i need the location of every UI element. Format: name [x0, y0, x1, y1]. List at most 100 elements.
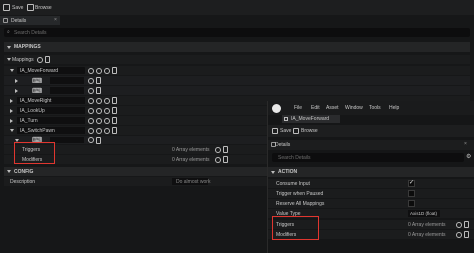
browse-asset-icon[interactable]: [88, 127, 94, 134]
search-asset-icon[interactable]: [96, 117, 102, 124]
key-row-1[interactable]: ⌨: [4, 86, 470, 95]
delete-icon[interactable]: [96, 87, 101, 94]
delete-icon[interactable]: [45, 56, 50, 63]
settings-gear-icon[interactable]: ⚙: [466, 153, 471, 160]
keyboard-icon[interactable]: ⌨: [32, 87, 42, 95]
mapping-action-dropdown[interactable]: IA_MoveRight: [17, 97, 85, 104]
delete-icon[interactable]: [464, 231, 469, 238]
mappings-row[interactable]: Mappings: [4, 55, 470, 64]
triggers-value: 0 Array elements: [172, 147, 210, 153]
menu-file[interactable]: File: [294, 105, 302, 111]
delete-icon[interactable]: [112, 117, 117, 124]
add-icon[interactable]: [104, 67, 110, 74]
search-asset-icon[interactable]: [96, 107, 102, 114]
delete-icon[interactable]: [223, 146, 228, 153]
browse-asset-icon[interactable]: [88, 67, 94, 74]
details-tab-label: Details: [275, 142, 291, 148]
browse-icon[interactable]: [27, 4, 34, 11]
menu-edit[interactable]: Edit: [311, 105, 320, 111]
menu-help[interactable]: Help: [389, 105, 399, 111]
add-icon[interactable]: [88, 137, 94, 143]
chevron-right-icon[interactable]: [10, 108, 13, 113]
search-asset-icon[interactable]: [96, 127, 102, 134]
close-tab-icon[interactable]: ×: [54, 17, 57, 23]
key-dropdown[interactable]: [50, 137, 84, 143]
browse-asset-icon[interactable]: [88, 97, 94, 104]
trigger-when-paused-checkbox[interactable]: [408, 190, 415, 197]
left-search-input[interactable]: ⌕ Search Details: [4, 28, 470, 37]
delete-icon[interactable]: [112, 97, 117, 104]
chevron-down-icon[interactable]: [7, 58, 11, 61]
key-dropdown[interactable]: [50, 77, 84, 84]
chevron-right-icon[interactable]: [15, 78, 18, 83]
delete-icon[interactable]: [96, 136, 101, 144]
menu-window[interactable]: Window: [345, 105, 363, 111]
save-icon[interactable]: [272, 128, 278, 134]
add-icon[interactable]: [215, 156, 221, 163]
value-type-dropdown[interactable]: Axis1D (float): [408, 210, 440, 217]
search-asset-icon[interactable]: [96, 97, 102, 104]
description-input[interactable]: Do almost work: [172, 178, 210, 185]
add-icon[interactable]: [104, 117, 110, 124]
right-toolbar: Save Browse: [268, 125, 474, 137]
asset-tab[interactable]: IA_MoveForward: [282, 115, 340, 123]
mapping-row-0[interactable]: IA_MoveForward: [4, 66, 470, 75]
delete-icon[interactable]: [112, 127, 117, 134]
close-tab-icon[interactable]: ×: [464, 141, 467, 147]
keyboard-icon[interactable]: ⌨: [32, 77, 42, 85]
delete-icon[interactable]: [112, 107, 117, 114]
add-icon[interactable]: [104, 107, 110, 114]
browse-asset-icon[interactable]: [88, 107, 94, 114]
prop-label: Reserve All Mappings: [276, 201, 325, 207]
mapping-action-value: IA_LookUp: [20, 108, 45, 114]
add-icon[interactable]: [104, 127, 110, 134]
delete-icon[interactable]: [96, 77, 101, 84]
mapping-action-dropdown[interactable]: IA_SwitchPawn: [17, 127, 85, 134]
browse-asset-icon[interactable]: [88, 117, 94, 124]
left-details-tab[interactable]: Details ×: [0, 16, 60, 25]
mapping-action-value: IA_MoveRight: [20, 98, 52, 104]
add-icon[interactable]: [88, 87, 94, 94]
right-details-tab[interactable]: Details ×: [268, 140, 474, 150]
section-mappings[interactable]: MAPPINGS: [4, 42, 470, 52]
save-button-label[interactable]: Save: [12, 5, 23, 11]
search-asset-icon[interactable]: [96, 67, 102, 74]
right-search-input[interactable]: Search Details: [272, 153, 464, 162]
delete-icon[interactable]: [223, 156, 228, 163]
add-icon[interactable]: [456, 231, 462, 238]
prop-row-reserve-all-mappings[interactable]: Reserve All Mappings: [268, 199, 474, 208]
prop-row-trigger-when-paused[interactable]: Trigger when Paused: [268, 189, 474, 198]
menu-tools[interactable]: Tools: [369, 105, 381, 111]
browse-icon[interactable]: [293, 128, 299, 134]
delete-icon[interactable]: [464, 221, 469, 228]
browse-button-label[interactable]: Browse: [35, 5, 52, 11]
browse-button-label[interactable]: Browse: [301, 128, 318, 134]
mapping-action-value: IA_MoveForward: [20, 68, 59, 74]
add-icon[interactable]: [215, 146, 221, 153]
search-placeholder: Search Details: [14, 30, 47, 36]
consume-input-checkbox[interactable]: ✓: [408, 180, 415, 187]
mapping-action-dropdown[interactable]: IA_Turn: [17, 117, 85, 124]
delete-icon[interactable]: [112, 67, 117, 74]
key-row-0[interactable]: ⌨: [4, 76, 470, 85]
mapping-action-dropdown[interactable]: IA_LookUp: [17, 107, 85, 114]
save-icon[interactable]: [3, 4, 10, 11]
chevron-down-icon[interactable]: [10, 69, 14, 72]
prop-row-consume-input[interactable]: Consume Input ✓: [268, 179, 474, 188]
chevron-right-icon[interactable]: [10, 98, 13, 103]
right-menubar: File Edit Asset Window Tools Help: [268, 101, 474, 115]
mapping-action-dropdown[interactable]: IA_MoveForward: [17, 67, 85, 74]
chevron-right-icon[interactable]: [10, 118, 13, 123]
key-dropdown[interactable]: [50, 87, 84, 94]
chevron-right-icon[interactable]: [15, 88, 18, 93]
add-icon[interactable]: [88, 77, 94, 84]
menu-asset[interactable]: Asset: [326, 105, 339, 111]
save-button-label[interactable]: Save: [280, 128, 291, 134]
prop-label: Consume Input: [276, 181, 310, 187]
add-icon[interactable]: [456, 221, 462, 228]
reserve-all-mappings-checkbox[interactable]: [408, 200, 415, 207]
add-icon[interactable]: [37, 56, 43, 63]
add-icon[interactable]: [104, 97, 110, 104]
section-action[interactable]: ACTION: [268, 167, 474, 177]
chevron-down-icon[interactable]: [10, 129, 14, 132]
